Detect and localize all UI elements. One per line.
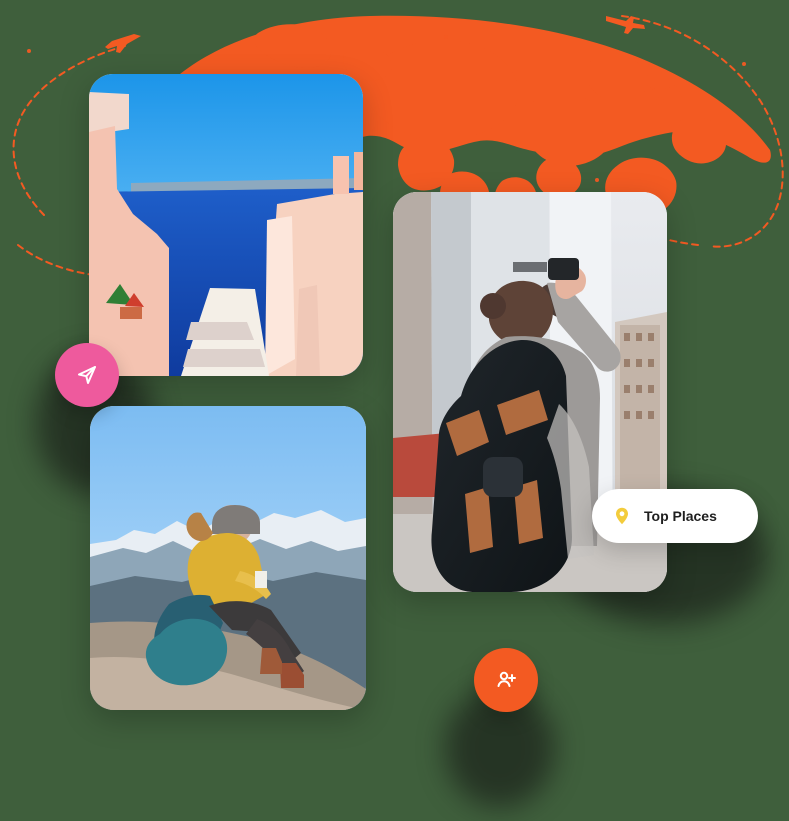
send-icon	[78, 366, 96, 384]
top-places-badge[interactable]: Top Places	[592, 489, 758, 543]
travel-hero: Top Places	[0, 0, 789, 821]
user-plus-icon	[497, 671, 516, 687]
photo-santorini	[89, 74, 363, 376]
top-places-label: Top Places	[644, 508, 717, 524]
photo-mountain-traveler	[90, 406, 366, 710]
add-user-button[interactable]	[474, 648, 538, 712]
map-pin-icon	[610, 504, 634, 528]
send-button[interactable]	[55, 343, 119, 407]
